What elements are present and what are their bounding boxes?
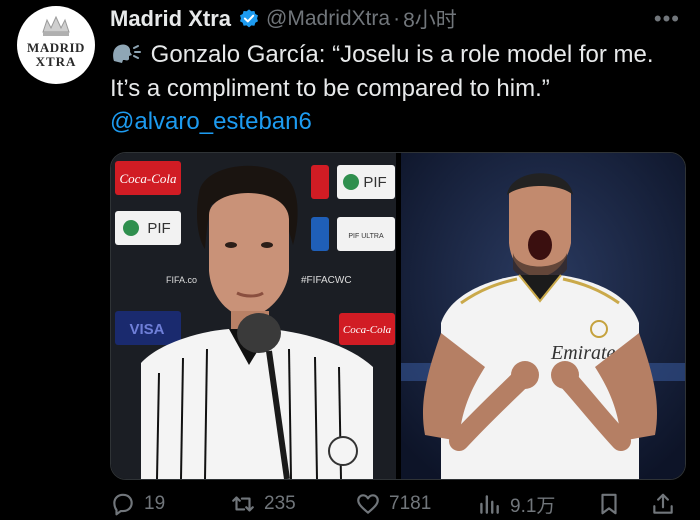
mention-link[interactable]: @alvaro_esteban6 — [110, 108, 312, 136]
views-button[interactable]: 9.1万 — [476, 488, 555, 520]
repost-count: 235 — [264, 493, 296, 514]
brand-ultra: PIF ULTRA — [348, 233, 384, 240]
more-icon[interactable]: ••• — [654, 6, 680, 32]
brand-pif-2: PIF — [147, 220, 170, 237]
action-bar: 19 235 7181 9.1万 — [110, 488, 690, 520]
brand-cocacola-1: Coca-Cola — [119, 171, 177, 186]
verified-badge-icon — [240, 9, 259, 28]
account-name[interactable]: Madrid Xtra — [110, 6, 231, 32]
avatar-text-line2: XTRA — [35, 54, 77, 69]
reply-icon — [113, 493, 133, 516]
like-count: 7181 — [389, 493, 432, 514]
share-icon — [653, 493, 673, 514]
repost-icon — [232, 496, 254, 512]
reply-count: 19 — [144, 493, 166, 514]
views-icon — [480, 495, 499, 514]
bookmark-icon — [601, 493, 617, 515]
views-count: 9.1万 — [510, 495, 556, 517]
share-button[interactable] — [650, 488, 684, 520]
like-button[interactable]: 7181 — [355, 488, 431, 520]
avatar[interactable]: MADRID XTRA — [17, 6, 95, 84]
tweet-body: Gonzalo García: “Joselu is a role model … — [110, 41, 654, 102]
brand-cocacola-2: Coca-Cola — [343, 324, 392, 336]
media-grid[interactable]: Coca-Cola PIF PIF PIF ULTRA FIFA.co #FIF… — [110, 152, 686, 480]
like-icon — [357, 494, 379, 514]
brand-fifa-co: FIFA.co — [166, 275, 197, 285]
tweet-header: Madrid Xtra @MadridXtra · 8小时 — [110, 5, 457, 33]
speaking-head-icon — [113, 44, 141, 63]
repost-button[interactable]: 235 — [230, 488, 296, 520]
brand-visa: VISA — [129, 321, 164, 338]
separator-dot: · — [393, 7, 401, 30]
brand-pif-1: PIF — [363, 174, 386, 191]
photo-joselu[interactable]: Emirates — [401, 153, 685, 479]
account-handle[interactable]: @MadridXtra — [266, 7, 390, 31]
reply-button[interactable]: 19 — [110, 488, 165, 520]
brand-fifacwc: #FIFACWC — [301, 275, 352, 286]
tweet-text: Gonzalo García: “Joselu is a role model … — [110, 38, 680, 106]
tweet-time[interactable]: 8小时 — [403, 4, 457, 34]
bookmark-button[interactable] — [596, 488, 630, 520]
photo-gonzalo-garcia[interactable]: Coca-Cola PIF PIF PIF ULTRA FIFA.co #FIF… — [111, 153, 396, 479]
